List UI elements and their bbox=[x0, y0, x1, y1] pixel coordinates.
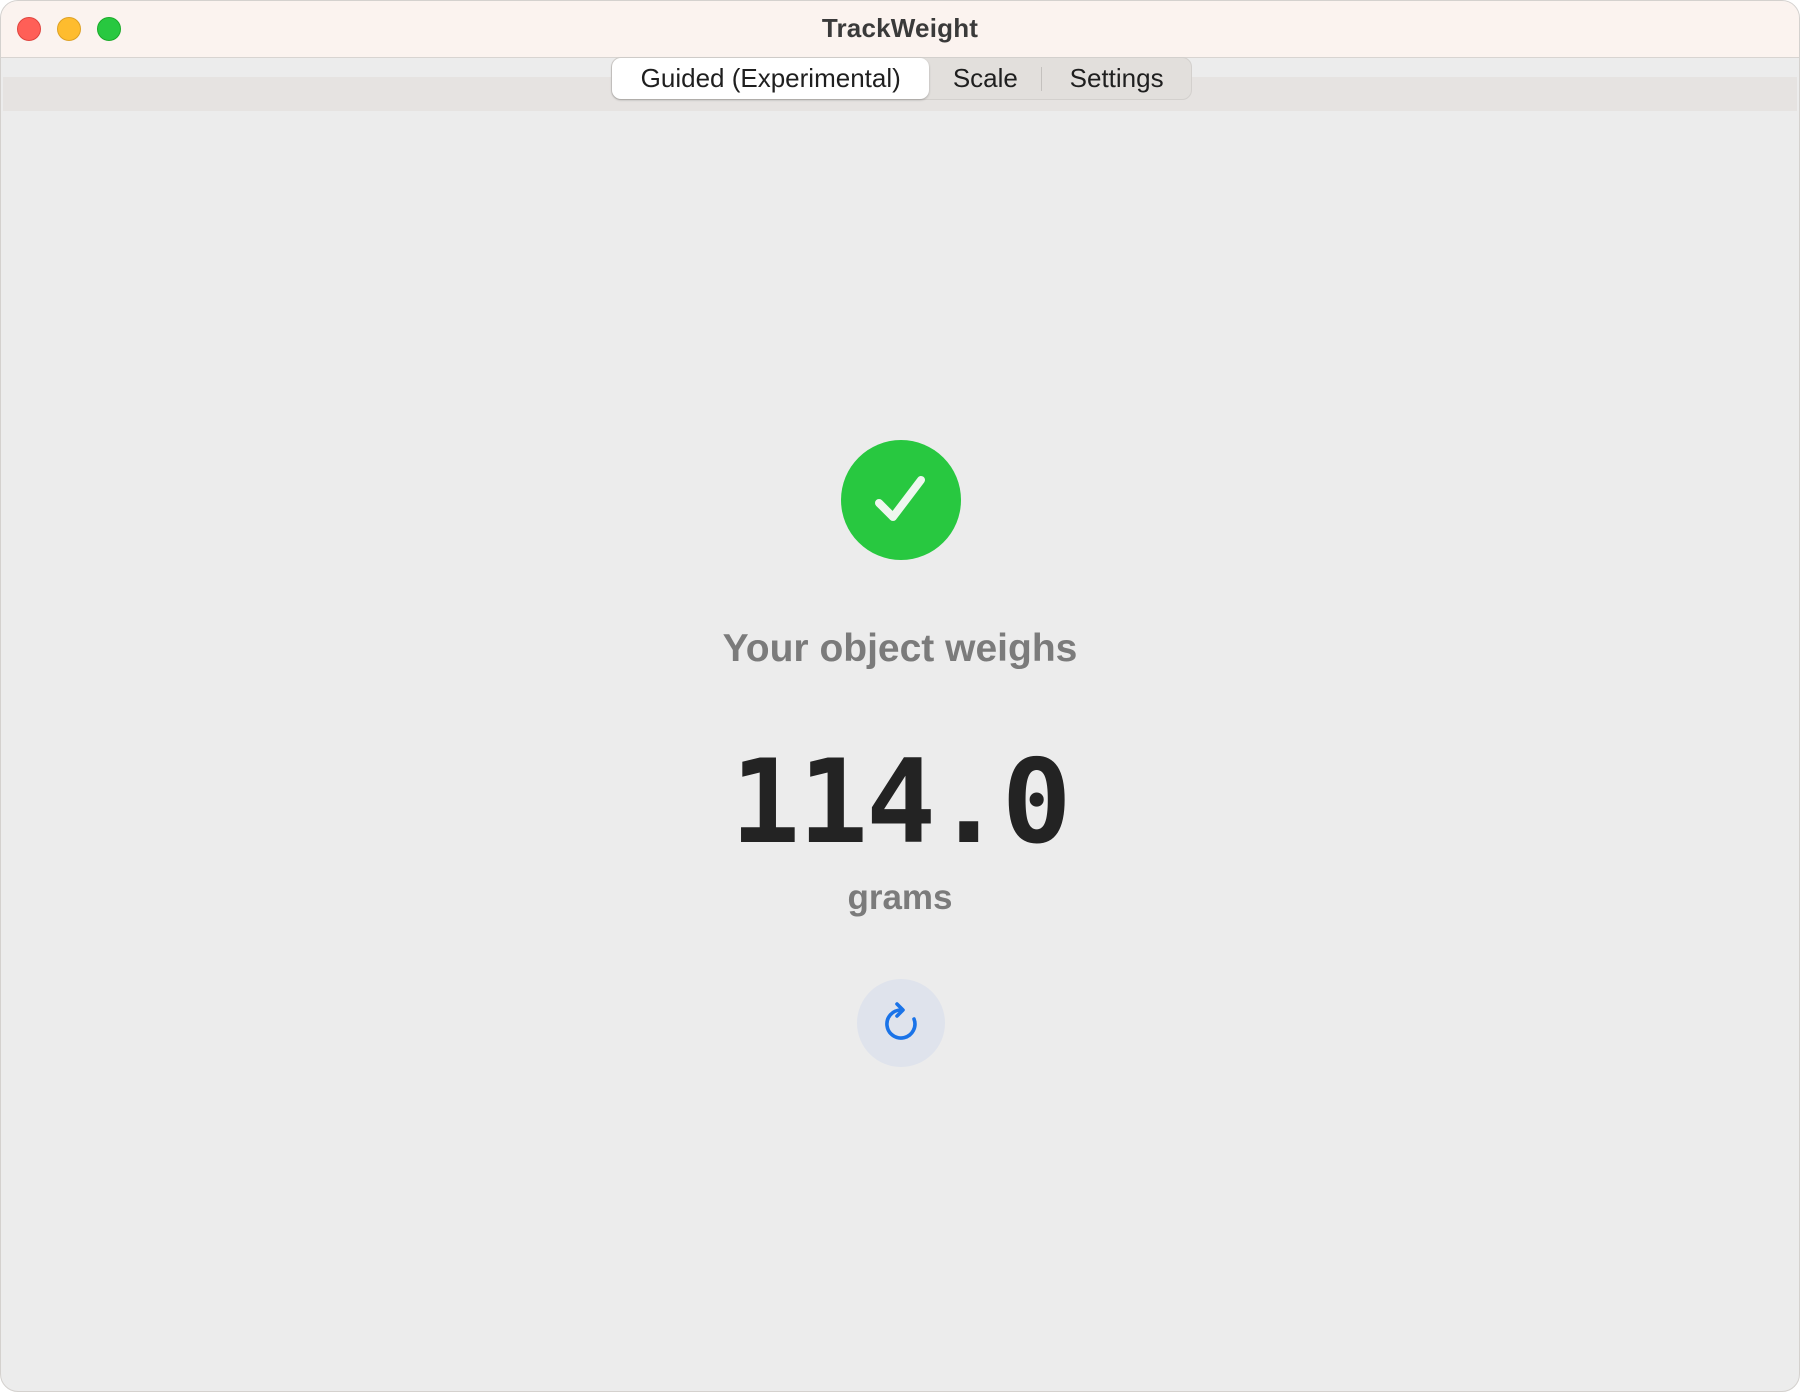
main-content: Your object weighs 114.0 grams bbox=[1, 111, 1799, 1391]
title-bar: TrackWeight bbox=[1, 1, 1799, 58]
tab-settings[interactable]: Settings bbox=[1042, 58, 1191, 99]
weight-unit: grams bbox=[847, 878, 953, 917]
tab-scale-label: Scale bbox=[952, 63, 1018, 93]
restart-button[interactable] bbox=[857, 979, 945, 1067]
checkmark-icon bbox=[875, 476, 925, 521]
checkmark-circle-icon bbox=[841, 440, 961, 560]
rotate-clockwise-icon bbox=[885, 1002, 917, 1040]
tab-guided[interactable]: Guided (Experimental) bbox=[612, 58, 930, 99]
app-window: TrackWeight Guided (Experimental) Scale … bbox=[0, 0, 1800, 1392]
result-headline: Your object weighs bbox=[722, 627, 1078, 670]
window-title: TrackWeight bbox=[821, 13, 979, 43]
mode-segmented-control: Guided (Experimental) Scale Settings bbox=[611, 57, 1192, 100]
tab-scale[interactable]: Scale bbox=[929, 58, 1041, 99]
tab-guided-label: Guided (Experimental) bbox=[640, 63, 901, 93]
weight-value: 114.0 bbox=[730, 735, 1071, 870]
tab-settings-label: Settings bbox=[1069, 63, 1164, 93]
